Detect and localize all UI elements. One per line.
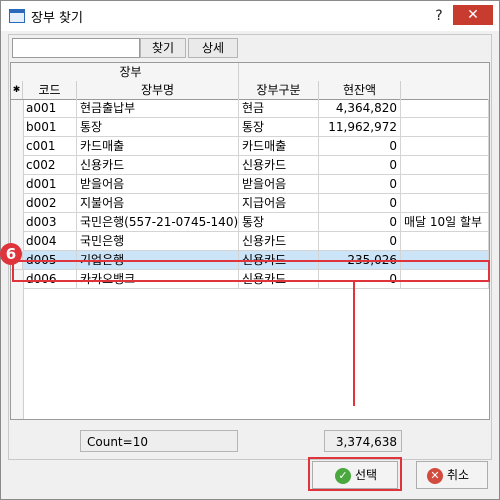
table-cell-balance[interactable]: 0 (319, 194, 401, 213)
table-cell-memo[interactable] (401, 99, 489, 118)
ledger-grid[interactable]: 장부 ✱ 코드 장부명 장부구분 현잔액 a001 현금출납부 현금 4,364,82… (10, 62, 490, 420)
table-cell-type[interactable]: 통장 (239, 213, 319, 232)
table-cell-balance[interactable]: 0 (319, 270, 401, 289)
header-column-row: ✱ 코드 장부명 장부구분 현잔액 (11, 81, 489, 100)
table-cell-memo[interactable] (401, 137, 489, 156)
select-button-label: 선택 (355, 468, 378, 482)
annotation-connector-line (353, 282, 355, 406)
table-cell-balance[interactable]: 235,026 (319, 251, 401, 270)
title-bar: 장부 찾기 ? ✕ (1, 1, 499, 31)
table-cell-name[interactable]: 통장 (77, 118, 239, 137)
table-cell-balance[interactable]: 0 (319, 213, 401, 232)
table-cell-memo[interactable] (401, 156, 489, 175)
table-cell-type[interactable]: 통장 (239, 118, 319, 137)
detail-button[interactable]: 상세 (188, 38, 238, 58)
table-cell-code[interactable]: a001 (23, 99, 77, 118)
table-cell-code[interactable]: d002 (23, 194, 77, 213)
table-cell-code[interactable]: b001 (23, 118, 77, 137)
help-button[interactable]: ? (431, 9, 447, 23)
group-header-ledger: 장부 (23, 63, 239, 81)
cancel-button[interactable]: ✕ 취소 (416, 461, 488, 489)
table-cell-memo[interactable] (401, 118, 489, 137)
table-cell-name[interactable]: 기업은행 (77, 251, 239, 270)
table-cell-name[interactable]: 카카오뱅크 (77, 270, 239, 289)
group-header-blank (239, 63, 489, 81)
close-icon: ✕ (427, 468, 443, 484)
table-cell-code[interactable]: d001 (23, 175, 77, 194)
table-cell-balance[interactable]: 0 (319, 156, 401, 175)
column-header-memo (401, 81, 489, 99)
table-cell-type[interactable]: 신용카드 (239, 156, 319, 175)
table-cell-name[interactable]: 국민은행(557-21-0745-140) (77, 213, 239, 232)
table-cell-type[interactable]: 카드매출 (239, 137, 319, 156)
table-cell-name[interactable]: 현금출납부 (77, 99, 239, 118)
table-cell-code[interactable]: c001 (23, 137, 77, 156)
table-cell-code[interactable]: d004 (23, 232, 77, 251)
step-number-badge: 6 (0, 243, 22, 265)
column-header-type[interactable]: 장부구분 (239, 81, 319, 99)
record-count: Count=10 (80, 430, 238, 452)
new-row-marker: ✱ (11, 81, 23, 99)
window-title: 장부 찾기 (31, 11, 83, 26)
select-button[interactable]: ✓ 선택 (312, 461, 398, 489)
table-cell-name[interactable]: 국민은행 (77, 232, 239, 251)
table-cell-code[interactable]: c002 (23, 156, 77, 175)
table-cell-balance[interactable]: 11,962,972 (319, 118, 401, 137)
column-header-code[interactable]: 코드 (23, 81, 77, 99)
close-button[interactable]: ✕ (453, 5, 493, 25)
table-cell-type[interactable]: 신용카드 (239, 232, 319, 251)
check-icon: ✓ (335, 468, 351, 484)
table-cell-type[interactable]: 현금 (239, 99, 319, 118)
table-cell-memo[interactable] (401, 194, 489, 213)
table-cell-name[interactable]: 지불어음 (77, 194, 239, 213)
column-header-name[interactable]: 장부명 (77, 81, 239, 99)
table-cell-name[interactable]: 받을어음 (77, 175, 239, 194)
table-cell-code[interactable]: d006 (23, 270, 77, 289)
table-cell-type[interactable]: 지급어음 (239, 194, 319, 213)
table-cell-balance[interactable]: 0 (319, 232, 401, 251)
window-icon (9, 9, 25, 23)
table-cell-code[interactable]: d003 (23, 213, 77, 232)
table-cell-balance[interactable]: 4,364,820 (319, 99, 401, 118)
table-cell-balance[interactable]: 0 (319, 137, 401, 156)
table-cell-code[interactable]: d005 (23, 251, 77, 270)
table-cell-memo[interactable] (401, 270, 489, 289)
table-cell-type[interactable]: 받을어음 (239, 175, 319, 194)
table-cell-balance[interactable]: 0 (319, 175, 401, 194)
table-cell-name[interactable]: 신용카드 (77, 156, 239, 175)
find-button[interactable]: 찾기 (140, 38, 186, 58)
table-cell-memo[interactable] (401, 232, 489, 251)
cancel-button-label: 취소 (447, 468, 470, 482)
column-header-balance[interactable]: 현잔액 (319, 81, 401, 99)
table-cell-type[interactable]: 신용카드 (239, 270, 319, 289)
search-input[interactable] (12, 38, 140, 58)
table-cell-type[interactable]: 신용카드 (239, 251, 319, 270)
table-cell-memo[interactable] (401, 175, 489, 194)
table-cell-memo[interactable] (401, 251, 489, 270)
table-cell-name[interactable]: 카드매출 (77, 137, 239, 156)
balance-total: 3,374,638 (324, 430, 402, 452)
table-cell-memo[interactable]: 매달 10일 할부 (401, 213, 489, 232)
header-group-row: 장부 (23, 63, 489, 82)
